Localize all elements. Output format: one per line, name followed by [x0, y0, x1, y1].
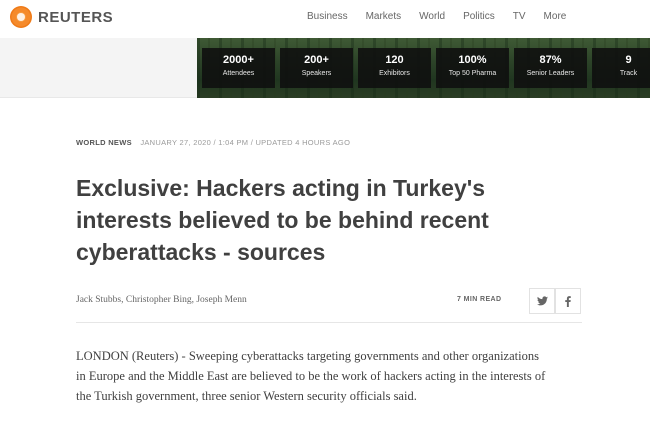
- stat-attendees: 2000+ Attendees: [202, 48, 275, 88]
- nav-business[interactable]: Business: [307, 11, 348, 22]
- nav-more[interactable]: More: [544, 11, 567, 22]
- article-meta: WORLD NEWS JANUARY 27, 2020 / 1:04 PM / …: [76, 138, 350, 147]
- twitter-icon: [536, 296, 548, 306]
- stat-value: 87%: [539, 54, 562, 66]
- site-header: REUTERS Business Markets World Politics …: [0, 0, 650, 38]
- stat-label: Attendees: [222, 70, 255, 77]
- facebook-icon: [565, 295, 571, 307]
- stat-label: Exhibitors: [379, 70, 410, 77]
- stat-top-pharma: 100% Top 50 Pharma: [436, 48, 509, 88]
- article-authors[interactable]: Jack Stubbs, Christopher Bing, Joseph Me…: [76, 295, 247, 305]
- stat-value: 120: [385, 54, 404, 66]
- stat-speakers: 200+ Speakers: [280, 48, 353, 88]
- logo-text: REUTERS: [38, 8, 114, 26]
- article-date: JANUARY 27, 2020 / 1:04 PM / UPDATED 4 H…: [140, 138, 351, 147]
- nav-world[interactable]: World: [419, 11, 445, 22]
- byline-row: Jack Stubbs, Christopher Bing, Joseph Me…: [76, 288, 582, 314]
- stat-value: 2000+: [223, 54, 254, 66]
- stat-label: Senior Leaders: [526, 70, 575, 77]
- banner-stats: 2000+ Attendees 200+ Speakers 120 Exhibi…: [202, 48, 650, 88]
- read-time: 7 MIN READ: [457, 296, 502, 303]
- reuters-logo-icon: [10, 6, 32, 28]
- twitter-share-button[interactable]: [529, 288, 555, 314]
- main-nav: Business Markets World Politics TV More: [307, 11, 584, 22]
- stat-label: Top 50 Pharma: [448, 70, 497, 77]
- reuters-logo[interactable]: REUTERS: [10, 6, 113, 28]
- facebook-share-button[interactable]: [555, 288, 581, 314]
- article-headline: Exclusive: Hackers acting in Turkey's in…: [76, 175, 489, 265]
- nav-politics[interactable]: Politics: [463, 11, 495, 22]
- article-body-paragraph: LONDON (Reuters) - Sweeping cyberattacks…: [76, 349, 546, 403]
- ad-banner[interactable]: 2000+ Attendees 200+ Speakers 120 Exhibi…: [197, 38, 650, 98]
- stat-label: Track: [619, 70, 638, 77]
- section-label[interactable]: WORLD NEWS: [76, 138, 132, 147]
- byline-divider: [76, 322, 582, 323]
- stat-value: 9: [625, 54, 632, 66]
- stat-exhibitors: 120 Exhibitors: [358, 48, 431, 88]
- stat-tracks: 9 Track: [592, 48, 650, 88]
- stat-value: 200+: [304, 54, 329, 66]
- nav-markets[interactable]: Markets: [366, 11, 402, 22]
- stat-senior-leaders: 87% Senior Leaders: [514, 48, 587, 88]
- nav-tv[interactable]: TV: [513, 11, 526, 22]
- ad-band-left: [0, 38, 197, 98]
- stat-label: Speakers: [301, 70, 332, 77]
- stat-value: 100%: [458, 54, 487, 66]
